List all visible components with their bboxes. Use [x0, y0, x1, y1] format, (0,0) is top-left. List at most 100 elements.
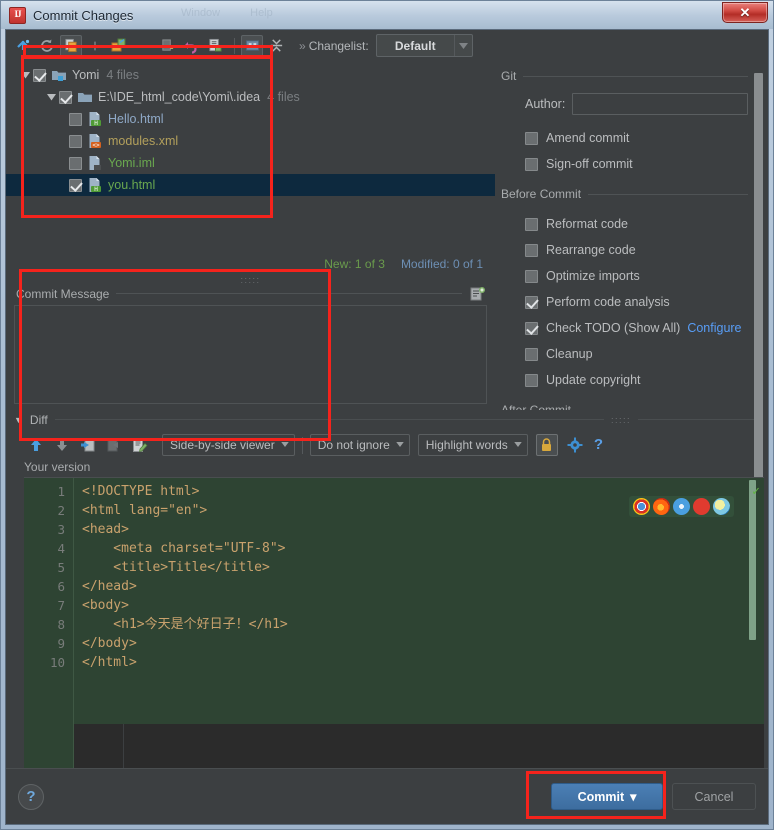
lock-icon[interactable] — [536, 434, 558, 456]
checkbox[interactable] — [525, 322, 538, 335]
configure-link[interactable]: Configure — [687, 321, 741, 335]
commit-message-input[interactable] — [14, 305, 487, 404]
code-line: </html> — [82, 653, 764, 672]
tree-checkbox[interactable] — [69, 157, 82, 170]
highlight-mode-combobox[interactable]: Highlight words — [418, 434, 528, 456]
tree-row-module[interactable]: Yomi 4 files — [6, 64, 495, 86]
option-rearrange-code[interactable]: Rearrange code — [525, 237, 748, 263]
revert-icon[interactable] — [180, 35, 202, 57]
checkbox[interactable] — [525, 218, 538, 231]
diff-editor[interactable]: 1 2 3 4 5 6 7 8 9 10 <!DOCTYPE html> <ht… — [24, 477, 764, 769]
code-line: </head> — [82, 577, 764, 596]
option-check-todo[interactable]: Check TODO (Show All) Configure — [525, 315, 748, 341]
option-amend-commit[interactable]: Amend commit — [525, 125, 748, 151]
option-reformat-code[interactable]: Reformat code — [525, 211, 748, 237]
tree-row-file-modules[interactable]: <> modules.xml — [6, 130, 495, 152]
changelist-chevron: » — [299, 39, 306, 53]
tree-checkbox[interactable] — [59, 91, 72, 104]
checkbox[interactable] — [525, 270, 538, 283]
line-number: 2 — [24, 501, 65, 520]
changelist-combobox[interactable]: Default — [376, 34, 473, 57]
svg-text:H: H — [94, 186, 98, 193]
help-icon[interactable]: ? — [594, 436, 603, 453]
checkbox[interactable] — [525, 158, 538, 171]
author-field[interactable] — [572, 93, 748, 115]
opera-icon[interactable] — [693, 498, 710, 515]
show-diff-icon[interactable] — [60, 35, 82, 57]
chevron-down-icon[interactable]: ▼ — [14, 415, 23, 425]
set-active-changelist-icon[interactable] — [156, 35, 178, 57]
vertical-splitter[interactable]: ::::: — [6, 275, 495, 284]
option-label: Perform code analysis — [546, 295, 670, 309]
checkbox[interactable] — [525, 374, 538, 387]
stat-new-count: New: 1 of 3 — [324, 257, 385, 271]
move-to-changelist-icon[interactable] — [108, 35, 130, 57]
tree-label: Hello.html — [108, 112, 164, 126]
diff-toolbar: Side-by-side viewer Do not ignore Highli… — [6, 430, 768, 460]
chrome-icon[interactable] — [633, 498, 650, 515]
ignore-mode-combobox[interactable]: Do not ignore — [310, 434, 410, 456]
next-difference-icon[interactable] — [50, 433, 73, 456]
tree-row-file-hello[interactable]: H Hello.html — [6, 108, 495, 130]
svg-text:H: H — [94, 120, 98, 127]
code-line: <body> — [82, 596, 764, 615]
refresh-changes-icon[interactable] — [12, 35, 34, 57]
option-label: Optimize imports — [546, 269, 640, 283]
safari-icon[interactable] — [673, 498, 690, 515]
tree-checkbox[interactable] — [69, 135, 82, 148]
changelist-value: Default — [377, 39, 454, 53]
firefox-icon[interactable] — [653, 498, 670, 515]
add-changelist-icon[interactable] — [84, 35, 106, 57]
checkbox[interactable] — [525, 244, 538, 257]
edit-source-icon[interactable] — [128, 433, 151, 456]
dialog-footer: ? Commit ▾ Cancel — [6, 768, 768, 824]
chevron-down-icon[interactable] — [18, 72, 33, 79]
group-by-directory-icon[interactable] — [241, 35, 263, 57]
option-optimize-imports[interactable]: Optimize imports — [525, 263, 748, 289]
options-scrollbar[interactable] — [754, 73, 763, 518]
toolbar-separator — [298, 435, 307, 455]
code-content[interactable]: <!DOCTYPE html> <html lang="en"> <head> … — [74, 478, 764, 769]
ghost-menu-window: Window — [181, 7, 220, 19]
message-history-icon[interactable] — [469, 286, 487, 302]
checkbox[interactable] — [525, 348, 538, 361]
diff-splitter-handle[interactable]: ::::: — [611, 415, 631, 425]
checkbox[interactable] — [525, 296, 538, 309]
commit-message-title: Commit Message — [16, 287, 109, 301]
option-label: Check TODO (Show All) — [546, 321, 680, 335]
accept-right-icon[interactable] — [102, 433, 125, 456]
rollback-icon[interactable] — [36, 35, 58, 57]
commit-button[interactable]: Commit ▾ — [551, 783, 663, 810]
gear-icon[interactable] — [564, 433, 587, 456]
tree-row-file-iml[interactable]: Yomi.iml — [6, 152, 495, 174]
tree-checkbox[interactable] — [33, 69, 46, 82]
changes-tree: Yomi 4 files E:\IDE_html_code\Yomi\.idea… — [6, 61, 495, 253]
accept-left-icon[interactable] — [76, 433, 99, 456]
option-update-copyright[interactable]: Update copyright — [525, 367, 748, 393]
viewer-mode-combobox[interactable]: Side-by-side viewer — [162, 434, 295, 456]
option-perform-code-analysis[interactable]: Perform code analysis — [525, 289, 748, 315]
tree-checkbox[interactable] — [69, 179, 82, 192]
show-details-icon[interactable] — [204, 35, 226, 57]
chevron-down-icon[interactable] — [44, 94, 59, 101]
after-commit-group-header: After Commit — [501, 403, 748, 410]
tree-row-file-you[interactable]: H you.html — [6, 174, 495, 196]
option-sign-off-commit[interactable]: Sign-off commit — [525, 151, 748, 177]
expand-collapse-icon[interactable] — [265, 35, 287, 57]
editor-scrollbar[interactable] — [749, 480, 756, 640]
option-label: Reformat code — [546, 217, 628, 231]
cancel-button[interactable]: Cancel — [672, 783, 756, 810]
tree-row-directory[interactable]: E:\IDE_html_code\Yomi\.idea 4 files — [6, 86, 495, 108]
checkbox[interactable] — [525, 132, 538, 145]
diff-section: ▼ Diff ::::: — [6, 410, 768, 477]
help-button[interactable]: ? — [18, 784, 44, 810]
tree-suffix: 4 files — [267, 90, 300, 104]
internet-explorer-icon[interactable] — [713, 498, 730, 515]
tree-checkbox[interactable] — [69, 113, 82, 126]
diff-section-header[interactable]: ▼ Diff ::::: — [6, 410, 768, 430]
delete-changelist-icon[interactable] — [132, 35, 154, 57]
previous-difference-icon[interactable] — [24, 433, 47, 456]
close-button[interactable]: ✕ — [722, 2, 768, 23]
divider — [638, 419, 758, 420]
option-cleanup[interactable]: Cleanup — [525, 341, 748, 367]
